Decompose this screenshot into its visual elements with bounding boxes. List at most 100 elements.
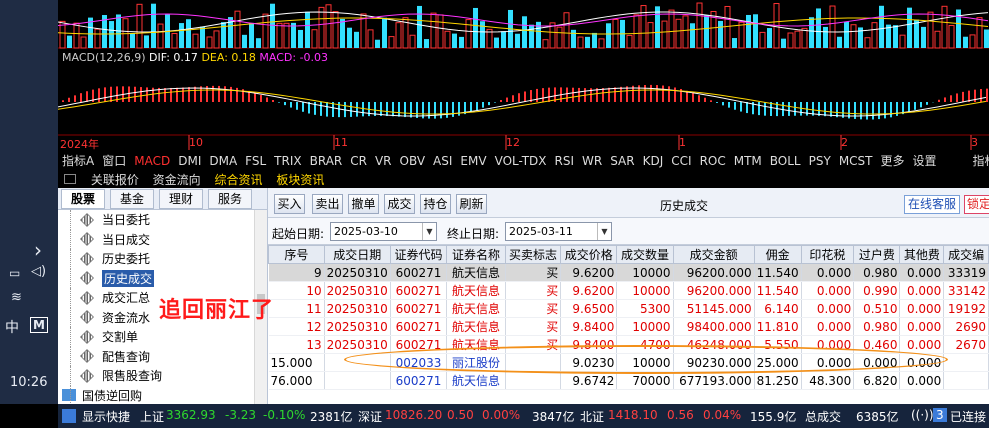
trading-app-window: › ▭ ◁) ≋ 中 M 10:26 MACD(12,26,9) DIF: 0.… — [0, 0, 989, 428]
dropdown-arrow-icon[interactable]: ▼ — [597, 223, 611, 240]
indicator-tab[interactable]: MACD — [130, 152, 174, 168]
online-service-button[interactable]: 在线客服 — [904, 195, 960, 214]
quick-icon[interactable] — [62, 409, 76, 423]
column-header[interactable]: 佣金 — [753, 245, 802, 264]
indicator-tab[interactable]: DMA — [205, 152, 241, 168]
column-header[interactable]: 成交日期 — [323, 245, 391, 264]
table-row[interactable]: 12 20250310 600271 航天信息买 9.8400 10000 98400.00… — [268, 317, 989, 336]
nav-history-trades[interactable]: 历史成交 — [58, 268, 254, 289]
ime-chinese-indicator[interactable]: 中 — [5, 317, 19, 337]
battery-icon[interactable]: ▭ — [9, 266, 20, 280]
column-header[interactable]: 印花税 — [800, 245, 855, 264]
indicator-tab[interactable]: PSY — [805, 152, 835, 168]
table-row[interactable]: 9 20250310 600271 航天信息买 9.6200 10000 96200.000… — [268, 263, 989, 282]
column-header[interactable]: 证券名称 — [446, 245, 506, 264]
tab-composite-news[interactable]: 综合资讯 — [210, 169, 268, 188]
indicator-tab[interactable]: VOL-TDX — [491, 152, 551, 168]
nav-allotment-query[interactable]: 配售查询 — [58, 346, 254, 367]
positions-button[interactable]: 持仓 — [420, 194, 451, 214]
tab-capital-flow[interactable]: 资金流向 — [148, 169, 206, 188]
indicator-tab[interactable]: OBV — [396, 152, 430, 168]
indicator-tab[interactable]: 指标 — [969, 150, 989, 169]
indicator-tab[interactable]: KDJ — [639, 152, 668, 168]
sz-index: 10826.20 — [385, 408, 443, 422]
nav-restricted-query[interactable]: 限售股查询 — [58, 366, 254, 386]
column-header[interactable]: 过户费 — [853, 245, 901, 264]
indicator-tab[interactable]: SAR — [606, 152, 638, 168]
macd-bar — [740, 102, 742, 112]
macd-bar — [182, 87, 184, 102]
wifi-icon[interactable]: ≋ — [11, 290, 22, 305]
indicator-tab[interactable]: BOLL — [766, 152, 805, 168]
indicator-tab[interactable]: DMI — [174, 152, 205, 168]
indicator-tab[interactable]: CCI — [667, 152, 695, 168]
macd-bar — [326, 102, 328, 117]
indicator-tab[interactable]: CR — [346, 152, 371, 168]
lock-button[interactable]: 锁定 — [964, 195, 989, 214]
nav-repo[interactable]: 国债逆回购 — [58, 385, 254, 404]
table-row[interactable]: 76.000 600271 航天信息 9.6742 70000 677193.000 81.… — [268, 371, 989, 390]
end-date-picker[interactable]: 2025-03-11 ▼ — [505, 222, 612, 241]
indicator-tab[interactable]: ASI — [429, 152, 456, 168]
start-date-picker[interactable]: 2025-03-10 ▼ — [330, 222, 437, 241]
table-cell: 9.6500 — [560, 299, 618, 318]
macd-bar — [74, 95, 76, 102]
dropdown-arrow-icon[interactable]: ▼ — [422, 223, 436, 240]
collapse-icon[interactable] — [64, 174, 76, 184]
stock-chart[interactable] — [57, 0, 989, 150]
indicator-tab[interactable]: MCST — [835, 152, 877, 168]
clock[interactable]: 10:26 — [10, 375, 47, 390]
connection-status[interactable]: 已连接 — [950, 408, 986, 425]
column-header[interactable]: 其他费 — [899, 245, 945, 264]
tab-funds[interactable]: 基金 — [110, 189, 154, 209]
notification-badge[interactable]: 3 — [933, 408, 947, 422]
column-header[interactable]: 成交金额 — [672, 245, 755, 264]
refresh-button[interactable]: 刷新 — [456, 194, 487, 214]
chevron-right-icon[interactable]: › — [34, 238, 42, 262]
tab-wealth[interactable]: 理财 — [159, 189, 203, 209]
tab-sector-news[interactable]: 板块资讯 — [271, 169, 329, 188]
table-cell: 0.000 — [801, 281, 855, 300]
indicator-tab[interactable]: 指标A — [58, 150, 98, 169]
nav-history-orders[interactable]: 历史委托 — [58, 249, 254, 269]
indicator-tab[interactable]: ROC — [696, 152, 730, 168]
speaker-icon[interactable]: ◁) — [31, 264, 46, 279]
indicator-tab[interactable]: TRIX — [270, 152, 305, 168]
indicator-tab[interactable]: MTM — [730, 152, 766, 168]
indicator-tab[interactable]: BRAR — [306, 152, 347, 168]
quick-display-toggle[interactable]: 显示快捷 — [82, 408, 130, 425]
tab-related-quote[interactable]: 关联报价 — [86, 169, 144, 188]
column-header[interactable]: 成交编 — [943, 245, 989, 264]
ime-mode-indicator[interactable]: M — [30, 317, 48, 333]
column-header[interactable]: 成交价格 — [560, 245, 618, 264]
column-header[interactable]: 证券代码 — [389, 245, 448, 264]
indicator-tab[interactable]: 窗口 — [98, 150, 130, 169]
indicator-tab[interactable]: 更多 — [877, 150, 909, 169]
indicator-tab[interactable]: VR — [371, 152, 396, 168]
signal-icon[interactable]: ((·)) — [911, 408, 934, 422]
macd-bar — [398, 102, 400, 117]
volume-bar — [829, 5, 836, 49]
table-cell: 600271 — [390, 299, 448, 318]
tab-stocks[interactable]: 股票 — [61, 189, 105, 209]
indicator-tab[interactable]: WR — [578, 152, 606, 168]
nav-today-trades[interactable]: 当日成交 — [58, 229, 254, 250]
macd-bar — [710, 100, 712, 102]
nav-today-orders[interactable]: 当日委托 — [58, 210, 254, 230]
table-row[interactable]: 10 20250310 600271 航天信息买 9.6200 10000 96200.00… — [268, 281, 989, 300]
cancel-order-button[interactable]: 撤单 — [348, 194, 379, 214]
indicator-tab[interactable]: RSI — [551, 152, 579, 168]
nav-settlement[interactable]: 交割单 — [58, 327, 254, 347]
buy-button[interactable]: 买入 — [274, 194, 305, 214]
column-header[interactable]: 买卖标志 — [504, 245, 562, 264]
indicator-tab[interactable]: EMV — [456, 152, 490, 168]
volume-bar — [682, 15, 689, 49]
indicator-tab[interactable]: FSL — [241, 152, 270, 168]
tab-services[interactable]: 服务 — [208, 189, 252, 209]
column-header[interactable]: 序号 — [268, 245, 325, 264]
column-header[interactable]: 成交数量 — [616, 245, 674, 264]
trades-button[interactable]: 成交 — [384, 194, 415, 214]
sell-button[interactable]: 卖出 — [312, 194, 343, 214]
table-row[interactable]: 11 20250310 600271 航天信息买 9.6500 5300 51145.000… — [268, 299, 989, 318]
indicator-tab[interactable]: 设置 — [909, 150, 941, 169]
